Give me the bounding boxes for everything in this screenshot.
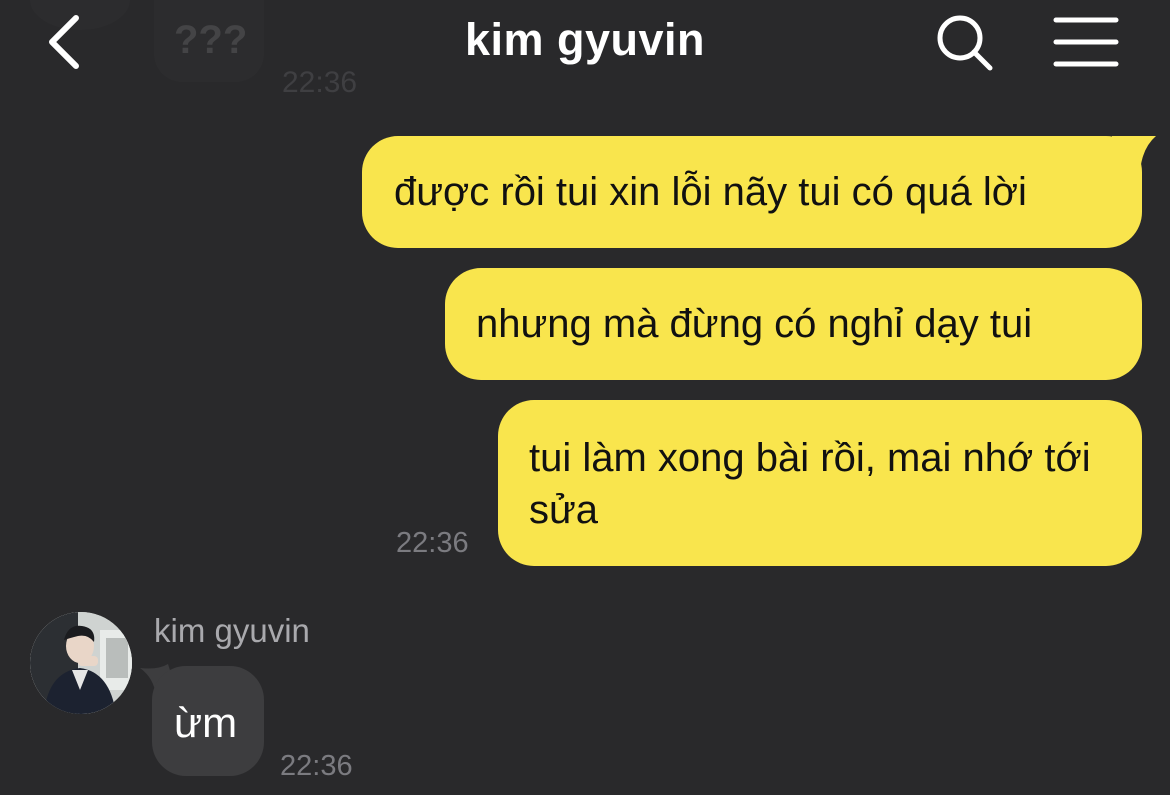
incoming-message-bubble[interactable]: ừm xyxy=(152,666,264,776)
avatar[interactable] xyxy=(30,612,132,714)
outgoing-message-bubble[interactable]: tui làm xong bài rồi, mai nhớ tới sửa xyxy=(498,400,1142,566)
outgoing-message-text: được rồi tui xin lỗi nãy tui có quá lời xyxy=(394,170,1027,214)
outgoing-message-bubble[interactable]: được rồi tui xin lỗi nãy tui có quá lời xyxy=(362,136,1142,248)
outgoing-message-bubble[interactable]: nhưng mà đừng có nghỉ dạy tui xyxy=(445,268,1142,380)
outgoing-timestamp: 22:36 xyxy=(396,527,469,559)
sender-name: kim gyuvin xyxy=(154,612,310,649)
incoming-timestamp: 22:36 xyxy=(280,750,353,782)
outgoing-message-text: nhưng mà đừng có nghỉ dạy tui xyxy=(476,302,1033,346)
search-button[interactable] xyxy=(932,10,998,76)
chat-header: kim gyuvin xyxy=(0,0,1170,88)
profile-photo-icon xyxy=(30,612,132,714)
search-icon xyxy=(937,15,993,71)
menu-button[interactable] xyxy=(1050,12,1122,72)
hamburger-menu-icon xyxy=(1053,17,1119,67)
outgoing-message-text: tui làm xong bài rồi, mai nhớ tới sửa xyxy=(529,436,1091,532)
incoming-message-text: ừm xyxy=(174,699,238,746)
